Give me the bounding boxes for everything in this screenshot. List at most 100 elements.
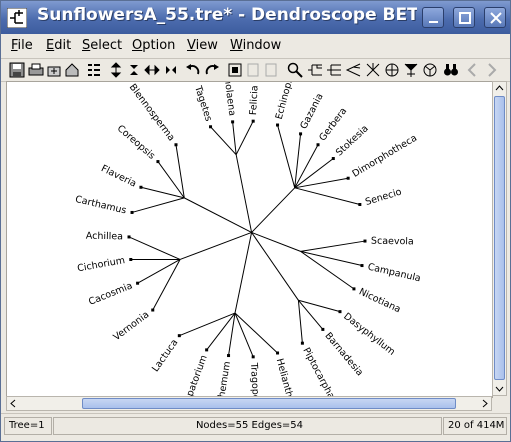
contract-vertical-icon[interactable]	[126, 62, 142, 78]
leaf-label[interactable]: Chrysanthemum	[210, 361, 233, 397]
leaf-node[interactable]	[209, 125, 213, 129]
leaf-node[interactable]	[316, 143, 320, 147]
app-icon	[7, 8, 27, 28]
rectangular-phylogram-icon[interactable]	[307, 62, 323, 78]
scroll-right-icon[interactable]	[478, 397, 491, 410]
leaf-node[interactable]	[338, 310, 342, 314]
leaf-label[interactable]: Echinops	[274, 82, 296, 121]
leaf-label[interactable]: Coreopsis	[115, 123, 157, 162]
leaf-node[interactable]	[177, 334, 181, 338]
scroll-down-icon[interactable]	[493, 382, 506, 395]
leaf-node[interactable]	[151, 308, 155, 312]
expand-vertical-icon[interactable]	[108, 62, 124, 78]
menu-option[interactable]: Option	[132, 38, 175, 53]
unrooted-icon[interactable]	[422, 62, 438, 78]
leaf-node[interactable]	[358, 203, 362, 207]
leaf-node[interactable]	[276, 123, 280, 127]
leaf-edge	[294, 177, 349, 189]
leaf-label[interactable]: Stokesia	[334, 123, 371, 158]
scroll-left-icon[interactable]	[7, 397, 20, 410]
horizontal-scrollbar[interactable]	[6, 396, 492, 411]
vertical-scroll-thumb[interactable]	[494, 96, 505, 380]
vertical-scrollbar[interactable]	[492, 81, 507, 396]
circular-icon[interactable]	[345, 62, 361, 78]
leaf-node[interactable]	[276, 351, 280, 355]
rotate-right-icon[interactable]	[204, 62, 220, 78]
rotate-left-icon[interactable]	[185, 62, 201, 78]
close-button[interactable]	[484, 7, 506, 28]
slanted-icon[interactable]	[326, 62, 342, 78]
inner-circular-icon[interactable]	[403, 62, 419, 78]
minimize-button[interactable]	[422, 7, 444, 28]
menu-select[interactable]: Select	[82, 38, 122, 53]
leaf-label[interactable]: Eupatorium	[181, 354, 210, 397]
leaf-label[interactable]: Achillea	[86, 231, 123, 243]
leaf-label[interactable]: Felicia	[248, 85, 261, 115]
expand-horizontal-icon[interactable]	[144, 62, 160, 78]
leaf-node[interactable]	[156, 160, 160, 164]
leaf-node[interactable]	[139, 185, 143, 189]
leaf-label[interactable]: Carthamus	[74, 194, 127, 216]
leaf-node[interactable]	[251, 119, 255, 123]
leaf-node[interactable]	[251, 355, 255, 359]
toolbar	[1, 58, 510, 82]
radial-icon[interactable]	[365, 62, 381, 78]
find-icon[interactable]	[443, 62, 459, 78]
maximize-button[interactable]	[453, 7, 475, 28]
leaf-node[interactable]	[360, 264, 364, 268]
leaf-label[interactable]: Cichorium	[77, 255, 126, 274]
scroll-up-icon[interactable]	[493, 82, 506, 95]
leaf-node[interactable]	[331, 157, 335, 161]
leaf-label[interactable]: Helianthus	[274, 357, 298, 397]
horizontal-scroll-thumb[interactable]	[82, 398, 456, 409]
previous-icon[interactable]	[464, 62, 480, 78]
leaf-label[interactable]: Chromolaena	[219, 82, 238, 117]
leaf-node[interactable]	[321, 327, 325, 331]
title-bar[interactable]: SunflowersA_55.tre* - Dendroscope BETA	[1, 1, 510, 34]
menu-edit[interactable]: Edit	[46, 38, 71, 53]
leaf-label[interactable]: Senecio	[364, 186, 403, 208]
leaf-node[interactable]	[136, 281, 140, 285]
leaf-label[interactable]: Gerbera	[317, 106, 349, 144]
leaf-node[interactable]	[130, 210, 134, 214]
leaf-label[interactable]: Piptocarpha	[300, 346, 336, 397]
home-icon[interactable]	[64, 62, 80, 78]
leaf-label[interactable]: Gazania	[298, 92, 325, 131]
leaf-node[interactable]	[129, 257, 133, 261]
leaf-label[interactable]: Nicotiana	[357, 286, 402, 315]
save-icon[interactable]	[9, 62, 25, 78]
leaf-node[interactable]	[300, 341, 304, 345]
leaf-node[interactable]	[299, 132, 303, 136]
next-icon[interactable]	[484, 62, 500, 78]
leaf-label[interactable]: Flaveria	[99, 163, 138, 189]
leaf-label[interactable]: Lactuca	[150, 337, 180, 374]
leaf-node[interactable]	[346, 176, 350, 180]
leaf-node[interactable]	[231, 120, 235, 124]
leaf-node[interactable]	[227, 354, 231, 358]
leaf-label[interactable]: Vernonia	[111, 309, 151, 343]
menu-window[interactable]: Window	[230, 38, 281, 53]
export-icon[interactable]	[46, 62, 62, 78]
leaf-label[interactable]: Tagetes	[192, 84, 214, 123]
zoom-icon[interactable]	[287, 62, 303, 78]
leaf-label[interactable]: Barnadesia	[322, 330, 365, 378]
phylogenetic-tree[interactable]: Chromolaena Felicia Echinops GazaniaGerbera…	[7, 82, 492, 397]
list-icon[interactable]	[86, 62, 102, 78]
leaf-node[interactable]	[174, 143, 178, 147]
leaf-node[interactable]	[127, 235, 131, 239]
leaf-node[interactable]	[205, 348, 209, 352]
leaf-label[interactable]: Cacosmia	[87, 280, 134, 307]
contract-horizontal-icon[interactable]	[163, 62, 179, 78]
leaf-node[interactable]	[363, 239, 367, 243]
network-icon[interactable]	[384, 62, 400, 78]
leaf-label[interactable]: Scaevola	[371, 236, 414, 248]
print-icon[interactable]	[28, 62, 44, 78]
leaf-node[interactable]	[352, 287, 356, 291]
leaf-label[interactable]: Tragopogon	[248, 362, 262, 397]
leaf-label[interactable]: Dasyphyllum	[341, 311, 397, 358]
zoom-fit-icon[interactable]	[227, 62, 243, 78]
tree-canvas[interactable]: Chromolaena Felicia Echinops Gazania Gerbera…	[6, 81, 493, 398]
menu-view[interactable]: View	[187, 38, 218, 53]
leaf-label[interactable]: Campanula	[367, 262, 422, 285]
menu-file[interactable]: File	[11, 38, 33, 53]
